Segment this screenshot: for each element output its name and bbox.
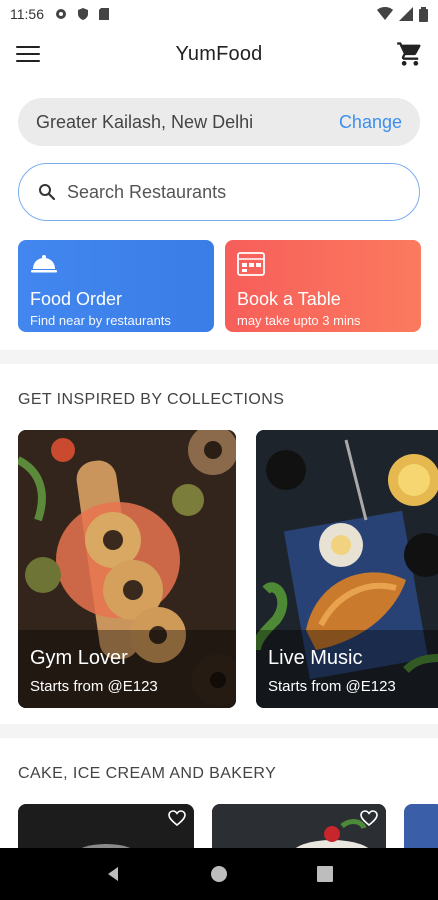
book-table-subtitle: may take upto 3 mins (237, 313, 361, 328)
section-divider (0, 350, 438, 364)
recents-icon (317, 866, 333, 882)
food-order-title: Food Order (30, 289, 123, 309)
food-order-card[interactable]: Food Order Find near by restaurants (18, 240, 214, 332)
collection-title: Live Music (268, 647, 363, 669)
search-bar[interactable] (18, 163, 420, 221)
wifi-icon (377, 7, 393, 20)
status-time: 11:56 (10, 6, 44, 22)
heart-icon[interactable] (360, 810, 378, 826)
food-order-subtitle: Find near by restaurants (30, 313, 171, 328)
collections-heading: GET INSPIRED BY COLLECTIONS (18, 391, 285, 408)
bakery-heading: CAKE, ICE CREAM AND BAKERY (18, 765, 277, 782)
back-icon (108, 867, 118, 881)
book-table-title: Book a Table (237, 289, 341, 309)
settings-icon (56, 9, 66, 19)
bakery-card[interactable] (18, 804, 194, 854)
system-nav-bar (0, 848, 438, 900)
search-icon (39, 184, 56, 201)
back-button[interactable] (101, 862, 125, 886)
collection-subtitle: Starts from @E123 (30, 678, 158, 695)
cart-icon[interactable] (396, 40, 424, 68)
recents-button[interactable] (313, 862, 337, 886)
shield-icon (78, 8, 88, 20)
location-text: Greater Kailash, New Delhi (36, 111, 254, 132)
menu-icon[interactable] (14, 42, 42, 66)
collection-title: Gym Lover (30, 647, 128, 669)
status-bar: 11:56 (0, 0, 438, 28)
app-title: YumFood (175, 42, 263, 65)
collection-card-gym-lover[interactable]: Gym Lover Starts from @E123 (18, 430, 236, 708)
collection-card-live-music[interactable]: Live Music Starts from @E123 (256, 430, 438, 708)
home-icon (211, 866, 227, 882)
sd-card-icon (99, 8, 109, 20)
heart-icon[interactable] (168, 810, 186, 826)
book-table-card[interactable]: Book a Table may take upto 3 mins (225, 240, 421, 332)
location-bar: Greater Kailash, New Delhi Change (18, 98, 420, 146)
battery-icon (419, 6, 428, 22)
search-input[interactable] (67, 181, 387, 203)
app-bar: YumFood (0, 28, 438, 80)
section-divider (0, 724, 438, 738)
change-location-button[interactable]: Change (339, 112, 402, 133)
cloche-icon (31, 255, 57, 273)
table-booking-icon (237, 252, 265, 276)
home-button[interactable] (207, 862, 231, 886)
signal-icon (399, 7, 413, 21)
bakery-card[interactable] (404, 804, 438, 854)
bakery-card[interactable] (212, 804, 386, 854)
collection-subtitle: Starts from @E123 (268, 678, 396, 695)
